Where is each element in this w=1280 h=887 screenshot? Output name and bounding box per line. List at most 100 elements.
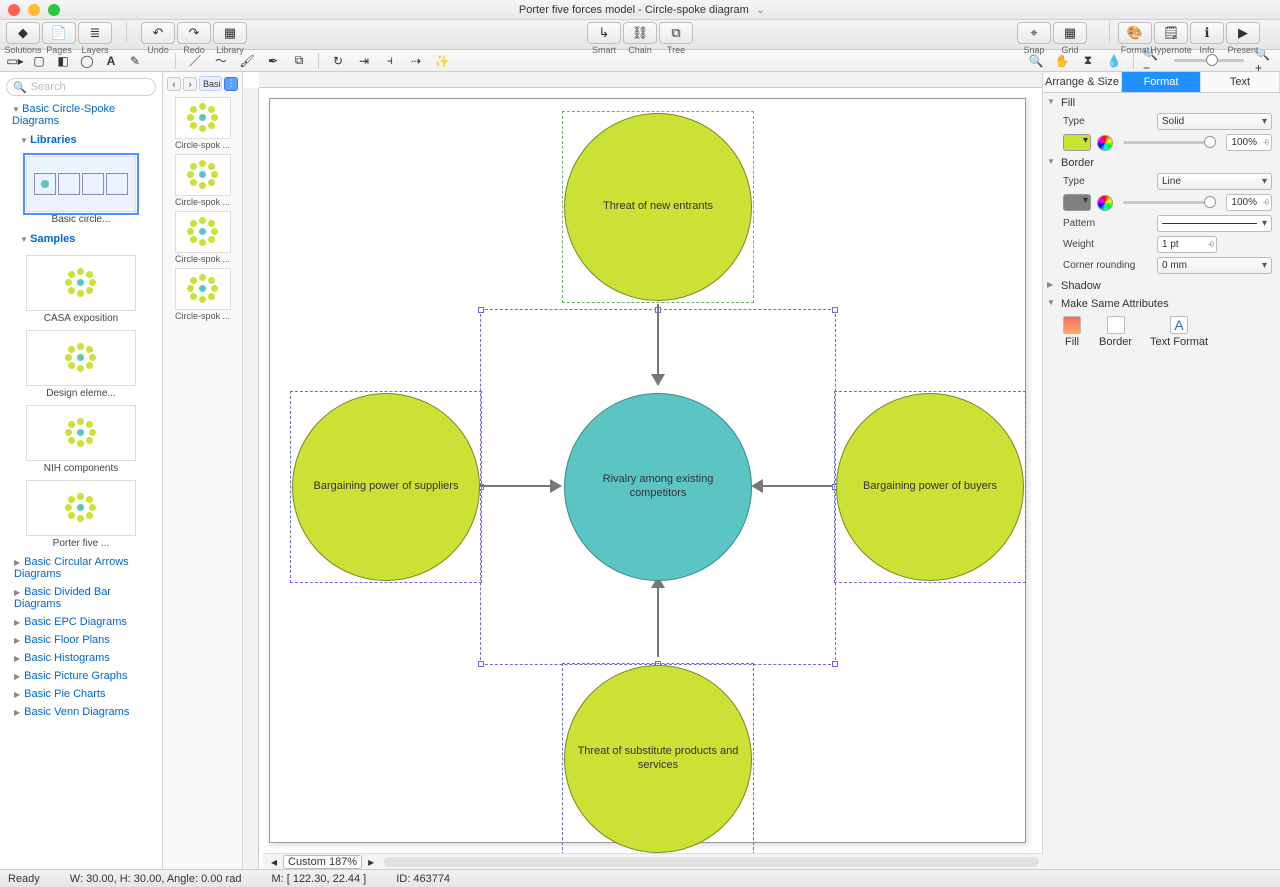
border-type-select[interactable]: Line bbox=[1157, 173, 1272, 190]
panel-search-input[interactable]: 🔍 Search bbox=[6, 78, 156, 96]
sample-thumb-1[interactable] bbox=[26, 330, 136, 386]
corner-rounding-select[interactable]: 0 mm bbox=[1157, 257, 1272, 274]
redo-button[interactable]: ↷ bbox=[177, 22, 211, 44]
lib-thumb-1[interactable] bbox=[175, 154, 231, 196]
fill-color-wheel[interactable] bbox=[1097, 135, 1113, 151]
undo-button[interactable]: ↶ bbox=[141, 22, 175, 44]
minimize-window-button[interactable] bbox=[28, 4, 40, 16]
category-item-4[interactable]: Basic Histograms bbox=[2, 649, 160, 667]
msa-text-format-button[interactable]: AText Format bbox=[1150, 316, 1208, 348]
crop-tool[interactable]: ⧉ bbox=[288, 52, 310, 70]
distribute-tool[interactable]: ⫞ bbox=[379, 52, 401, 70]
category-item-7[interactable]: Basic Venn Diagrams bbox=[2, 703, 160, 721]
category-item-5[interactable]: Basic Picture Graphs bbox=[2, 667, 160, 685]
tab-format[interactable]: Format bbox=[1122, 72, 1201, 92]
align-tool[interactable]: ⇥ bbox=[353, 52, 375, 70]
fill-opacity-slider[interactable] bbox=[1123, 141, 1216, 144]
zoom-readout[interactable]: Custom 187% bbox=[283, 855, 362, 869]
category-item-1[interactable]: Basic Divided Bar Diagrams bbox=[2, 583, 160, 613]
page-area[interactable]: Threat of new entrants Bargaining power … bbox=[269, 98, 1026, 843]
tree-button[interactable]: ⧉ bbox=[659, 22, 693, 44]
lib-breadcrumb[interactable]: Basic... bbox=[199, 76, 222, 91]
horizontal-scrollbar[interactable] bbox=[384, 857, 1039, 867]
snap-button[interactable]: ⌖ bbox=[1017, 22, 1051, 44]
hypernote-button-label: Hypernote bbox=[1150, 45, 1192, 55]
msa-border-button[interactable]: Border bbox=[1099, 316, 1132, 348]
section-fill[interactable]: Fill bbox=[1043, 93, 1280, 111]
border-weight-stepper[interactable]: 1 pt bbox=[1157, 236, 1217, 253]
sample-thumb-3[interactable] bbox=[26, 480, 136, 536]
lib-thumb-label: Circle-spok ... bbox=[165, 311, 240, 321]
fill-opacity-value[interactable]: 100% bbox=[1226, 134, 1272, 151]
title-dropdown-icon[interactable]: ⌄ bbox=[756, 4, 765, 16]
close-window-button[interactable] bbox=[8, 4, 20, 16]
node-threat-new-entrants[interactable]: Threat of new entrants bbox=[564, 113, 752, 301]
rotate-tool[interactable]: ↻ bbox=[327, 52, 349, 70]
lib-nav-back[interactable]: ‹ bbox=[167, 77, 181, 91]
solutions-panel: 🔍 Search Basic Circle-Spoke Diagrams Lib… bbox=[0, 72, 163, 869]
lib-thumb-3[interactable] bbox=[175, 268, 231, 310]
magic-tool[interactable]: ✨ bbox=[431, 52, 453, 70]
tab-arrange-size[interactable]: Arrange & Size bbox=[1043, 72, 1122, 92]
node-threat-substitutes[interactable]: Threat of substitute products and servic… bbox=[564, 665, 752, 853]
undo-button-label: Undo bbox=[147, 45, 169, 55]
pages-button[interactable]: 📄 bbox=[42, 22, 76, 44]
node-label: Bargaining power of buyers bbox=[863, 480, 997, 494]
zoom-slider[interactable] bbox=[1174, 59, 1244, 62]
border-color-wheel[interactable] bbox=[1097, 195, 1113, 211]
section-border[interactable]: Border bbox=[1043, 153, 1280, 171]
lib-thumb-0[interactable] bbox=[175, 97, 231, 139]
category-item-3[interactable]: Basic Floor Plans bbox=[2, 631, 160, 649]
samples-section[interactable]: Samples bbox=[2, 229, 160, 249]
drawing-canvas[interactable]: Threat of new entrants Bargaining power … bbox=[243, 72, 1043, 869]
fill-color-swatch[interactable] bbox=[1063, 134, 1091, 151]
chain-button[interactable]: ⛓ bbox=[623, 22, 657, 44]
grid-button[interactable]: ▦ bbox=[1053, 22, 1087, 44]
fill-type-select[interactable]: Solid bbox=[1157, 113, 1272, 130]
format-button[interactable]: 🎨 bbox=[1118, 22, 1152, 44]
category-item-6[interactable]: Basic Pie Charts bbox=[2, 685, 160, 703]
arrow-top bbox=[657, 304, 659, 376]
section-shadow[interactable]: Shadow bbox=[1043, 276, 1280, 294]
library-thumb-basic-circle[interactable] bbox=[26, 156, 136, 212]
node-rivalry-center[interactable]: Rivalry among existing competitors bbox=[564, 393, 752, 581]
info-button[interactable]: ℹ bbox=[1190, 22, 1224, 44]
layers-button-label: Layers bbox=[81, 45, 108, 55]
present-button[interactable]: ▶ bbox=[1226, 22, 1260, 44]
pen-tool[interactable]: ✒ bbox=[262, 52, 284, 70]
lib-nav-fwd[interactable]: › bbox=[183, 77, 197, 91]
library-button[interactable]: ▦ bbox=[213, 22, 247, 44]
connect-tool[interactable]: ⇢ bbox=[405, 52, 427, 70]
category-item-2[interactable]: Basic EPC Diagrams bbox=[2, 613, 160, 631]
hypernote-button[interactable]: 🗒 bbox=[1154, 22, 1188, 44]
present-button-label: Present bbox=[1227, 45, 1258, 55]
fill-type-label: Type bbox=[1063, 116, 1151, 127]
sample-thumb-2[interactable] bbox=[26, 405, 136, 461]
border-color-swatch[interactable] bbox=[1063, 194, 1091, 211]
horizontal-ruler bbox=[259, 72, 1042, 88]
border-opacity-slider[interactable] bbox=[1123, 201, 1216, 204]
page-next-button[interactable]: ▸ bbox=[364, 856, 378, 868]
lib-menu-button[interactable]: ⋮ bbox=[224, 77, 238, 91]
smart-button[interactable]: ↳ bbox=[587, 22, 621, 44]
arrowhead-left-icon bbox=[751, 479, 763, 493]
page-prev-button[interactable]: ◂ bbox=[267, 856, 281, 868]
node-bargaining-buyers[interactable]: Bargaining power of buyers bbox=[836, 393, 1024, 581]
libraries-section[interactable]: Libraries bbox=[2, 130, 160, 150]
solutions-button[interactable]: ◆ bbox=[6, 22, 40, 44]
msa-fill-button[interactable]: Fill bbox=[1063, 316, 1081, 348]
sample-thumb-0[interactable] bbox=[26, 255, 136, 311]
node-label: Bargaining power of suppliers bbox=[314, 480, 459, 494]
category-circle-spoke[interactable]: Basic Circle-Spoke Diagrams bbox=[2, 100, 160, 130]
layers-button[interactable]: ≣ bbox=[78, 22, 112, 44]
lib-thumb-2[interactable] bbox=[175, 211, 231, 253]
border-pattern-select[interactable] bbox=[1157, 215, 1272, 232]
edit-tool[interactable]: ✎ bbox=[124, 52, 146, 70]
stamp-tool[interactable]: ⧗ bbox=[1077, 52, 1099, 70]
category-item-0[interactable]: Basic Circular Arrows Diagrams bbox=[2, 553, 160, 583]
zoom-window-button[interactable] bbox=[48, 4, 60, 16]
tab-text[interactable]: Text bbox=[1201, 72, 1280, 92]
section-make-same-attributes[interactable]: Make Same Attributes bbox=[1043, 294, 1280, 312]
border-opacity-value[interactable]: 100% bbox=[1226, 194, 1272, 211]
node-bargaining-suppliers[interactable]: Bargaining power of suppliers bbox=[292, 393, 480, 581]
